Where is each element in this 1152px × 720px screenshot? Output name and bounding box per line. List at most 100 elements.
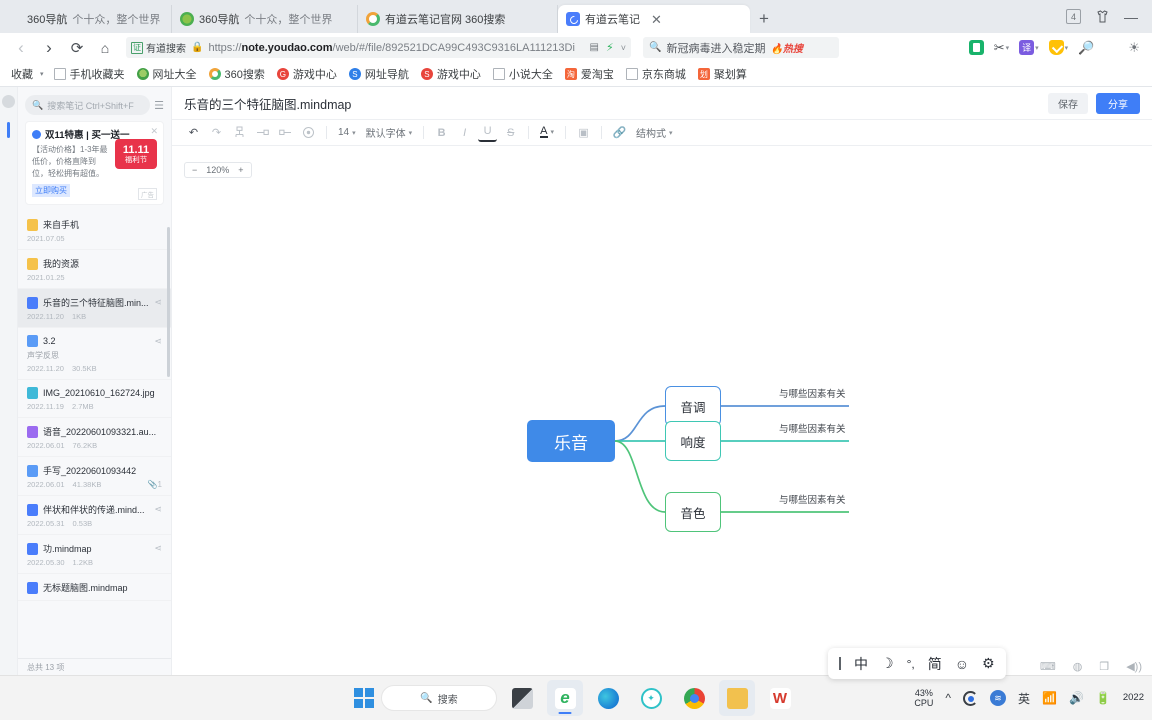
mindmap-canvas[interactable]: 乐音 音调 响度 音色 与哪些因素有关 与哪些因素有关 与哪些因素有关 — [172, 187, 1152, 675]
mindmap-root-node[interactable]: 乐音 — [527, 420, 615, 462]
mindmap-leaf-label-2[interactable]: 与哪些因素有关 — [779, 421, 846, 435]
list-item-selected[interactable]: 乐音的三个特征脑图.min... ⋖ 2022.11.20 1KB — [18, 289, 171, 328]
taskbar-app-edge[interactable] — [590, 680, 626, 716]
bookmark-item-6[interactable]: S 游戏中心 — [416, 64, 486, 84]
bookmark-item-5[interactable]: S 网址导航 — [344, 64, 414, 84]
list-item[interactable]: 我的资源 2021.01.25 — [18, 250, 171, 289]
add-sibling-node-icon[interactable] — [230, 123, 249, 142]
underline-icon[interactable]: U — [478, 123, 498, 142]
sidebar-scrollbar[interactable] — [167, 227, 170, 377]
reload-button[interactable]: ⟳ — [64, 36, 90, 60]
locate-icon[interactable] — [299, 123, 318, 142]
taskbar-app-file-explorer[interactable] — [719, 680, 755, 716]
taskbar-search[interactable]: 🔍 搜索 — [381, 685, 497, 711]
link-icon[interactable]: 🔗 — [610, 123, 629, 142]
add-parent-node-icon[interactable] — [276, 123, 295, 142]
list-view-icon[interactable]: ☰ — [154, 99, 164, 112]
redo-icon[interactable]: ↷ — [207, 123, 226, 142]
bookmark-item-8[interactable]: 淘爱淘宝 — [560, 64, 619, 84]
list-item[interactable]: 伴状和伴状的传递.mind... ⋖ 2022.05.31 0.53B — [18, 496, 171, 535]
new-tab-button[interactable]: + — [750, 5, 778, 33]
browser-tab-2[interactable]: 360导航 个十众，整个世界 — [172, 5, 358, 33]
font-family-select[interactable]: 默认字体 ▾ — [363, 125, 416, 140]
text-color-icon[interactable]: A ▾ — [537, 125, 557, 139]
address-bar[interactable]: 证 有道搜索 🔒 https://note.youdao.com/web/#/f… — [126, 37, 631, 58]
undo-icon[interactable]: ↶ — [184, 123, 203, 142]
promo-banner[interactable]: ✕ 双11特惠 | 买一送一 【活动价格】1-3年最低价，价格直降到位，轻松拥有… — [25, 121, 164, 205]
list-item[interactable]: 来自手机 2021.07.05 — [18, 211, 171, 250]
bookmark-item-2[interactable]: 网址大全 — [132, 64, 202, 84]
tab-close-icon[interactable]: ✕ — [651, 13, 662, 26]
search-box[interactable]: 🔍 新冠病毒进入稳定期 🔥热搜 — [643, 37, 839, 58]
gear-icon[interactable]: ⚙ — [982, 655, 995, 672]
browser-tab-4-active[interactable]: 有道云笔记 ✕ — [558, 5, 750, 33]
taskbar-app-chrome[interactable] — [676, 680, 712, 716]
close-icon[interactable]: ✕ — [150, 126, 158, 137]
chevron-down-icon[interactable]: ▾ — [40, 70, 44, 78]
search-input[interactable]: 新冠病毒进入稳定期 — [666, 40, 765, 56]
qrcode-icon[interactable]: ▤ — [590, 42, 599, 53]
list-item[interactable]: IMG_20210610_162724.jpg 2022.11.19 2.7MB — [18, 380, 171, 418]
chevron-down-icon[interactable]: ˅ — [621, 43, 626, 53]
360-tray-icon[interactable]: ≋ — [989, 690, 1006, 706]
back-button[interactable]: ‹ — [8, 36, 34, 60]
list-item[interactable]: 手写_20220601093442 2022.06.01 41.38KB 📎1 — [18, 457, 171, 496]
volume-icon[interactable]: ◀)) — [1126, 660, 1142, 673]
wifi-icon[interactable]: 📶 — [1042, 691, 1057, 705]
ime-simplified-toggle[interactable]: 简 — [928, 654, 942, 674]
scissors-icon[interactable]: ✂ ▾ — [994, 40, 1009, 56]
zoom-out-button[interactable]: − — [192, 165, 197, 175]
list-item[interactable]: 功.mindmap ⋖ 2022.05.30 1.2KB — [18, 535, 171, 574]
list-item[interactable]: 3.2 ⋖ 声学反思 2022.11.20 30.5KB — [18, 328, 171, 380]
palette-icon[interactable]: ◍ — [1073, 660, 1083, 673]
list-item[interactable]: 无标题脑图.mindmap — [18, 574, 171, 601]
file-list[interactable]: 来自手机 2021.07.05 我的资源 2021.01.25 乐音的三个特征脑… — [18, 211, 171, 658]
zoom-in-button[interactable]: + — [238, 165, 243, 175]
skin-icon[interactable] — [1095, 10, 1110, 23]
chevron-up-icon[interactable]: ^ — [945, 691, 951, 705]
sync-icon[interactable] — [962, 690, 978, 706]
tab-count-badge[interactable]: 4 — [1066, 9, 1081, 24]
translate-icon[interactable]: 译 ▾ — [1019, 40, 1039, 55]
shield-icon[interactable]: ▾ — [1048, 40, 1068, 55]
mindmap-leaf-label-1[interactable]: 与哪些因素有关 — [779, 386, 846, 400]
battery-icon[interactable]: 🔋 — [1096, 691, 1111, 705]
ime-punctuation-toggle[interactable]: °, — [907, 657, 915, 671]
lightning-icon[interactable]: ⚡ — [606, 41, 614, 54]
bookmark-item-1[interactable]: 手机收藏夹 — [49, 64, 130, 84]
search-input[interactable]: 🔍 搜索笔记 Ctrl+Shift+F — [25, 95, 151, 115]
omnibox-site-chip[interactable]: 证 有道搜索 — [131, 40, 186, 55]
volume-icon[interactable]: 🔊 — [1069, 691, 1084, 705]
list-item[interactable]: 语音_20220601093321.au... 2022.06.01 76.2KB — [18, 418, 171, 457]
emoji-icon[interactable]: ☺ — [955, 656, 969, 672]
taskbar-app-360-safe[interactable]: ✦ — [633, 680, 669, 716]
theme-icon[interactable]: ☀ — [1128, 40, 1140, 56]
bookmark-item-4[interactable]: G 游戏中心 — [272, 64, 342, 84]
bold-icon[interactable]: B — [432, 123, 451, 142]
bookmark-item-10[interactable]: 划聚划算 — [693, 64, 752, 84]
mindmap-leaf-label-3[interactable]: 与哪些因素有关 — [779, 492, 846, 506]
taskbar-app-360-browser[interactable]: e — [547, 680, 583, 716]
share-icon[interactable]: ⋖ — [154, 297, 162, 308]
magnifier-icon[interactable]: 🔎 — [1078, 40, 1094, 56]
browser-tab-3[interactable]: 有道云笔记官网 360搜索 — [358, 5, 558, 33]
ime-mode-toggle[interactable]: 中 — [854, 654, 868, 674]
save-button[interactable]: 保存 — [1048, 92, 1088, 114]
bookmark-item-favorites[interactable]: 收藏 — [6, 64, 38, 84]
structure-select[interactable]: 结构式 ▾ — [633, 125, 676, 140]
taskbar-app-wps[interactable]: W — [762, 680, 798, 716]
italic-icon[interactable]: I — [455, 123, 474, 142]
bookmark-item-7[interactable]: 小说大全 — [488, 64, 558, 84]
mindmap-node-yindiao[interactable]: 音调 — [665, 386, 721, 426]
mindmap-node-xiangdu[interactable]: 响度 — [665, 421, 721, 461]
taskbar-app-task-view[interactable] — [504, 680, 540, 716]
windows-start-icon[interactable] — [354, 688, 374, 708]
share-button[interactable]: 分享 — [1096, 92, 1140, 114]
home-button[interactable]: ⌂ — [92, 36, 118, 60]
avatar[interactable] — [2, 95, 15, 108]
fill-color-icon[interactable]: ▣ — [574, 123, 593, 142]
add-child-node-icon[interactable] — [253, 123, 272, 142]
bookmark-item-9[interactable]: 京东商城 — [621, 64, 691, 84]
share-icon[interactable]: ⋖ — [154, 543, 162, 554]
bookmark-item-3[interactable]: 360搜索 — [204, 64, 270, 84]
